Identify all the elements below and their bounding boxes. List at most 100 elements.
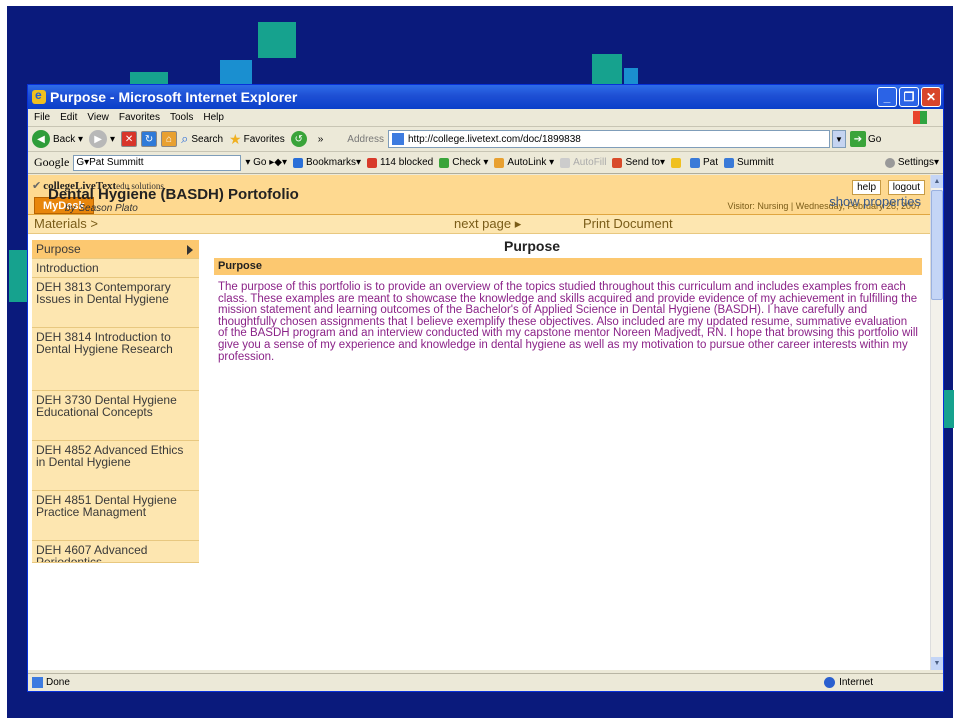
spell-check-button[interactable]: Check ▾	[439, 157, 488, 168]
decor-square	[624, 68, 638, 84]
status-text: Done	[46, 677, 70, 688]
check-icon	[439, 157, 450, 168]
go-label: Go	[867, 133, 882, 145]
menu-edit[interactable]: Edit	[60, 112, 77, 123]
sidebar-item-purpose[interactable]: Purpose	[32, 240, 199, 259]
toolbar-overflow-icon[interactable]: »	[318, 134, 324, 145]
menu-tools[interactable]: Tools	[170, 112, 193, 123]
bookmarks-star-icon	[293, 157, 303, 168]
google-go-button[interactable]: ▾ Go ▸◆▾	[245, 157, 287, 168]
menu-view[interactable]: View	[87, 112, 109, 123]
search-term-pat[interactable]: Pat	[689, 157, 718, 168]
portfolio-title: Dental Hygiene (BASDH) Portofolio	[48, 186, 299, 203]
materials-link[interactable]: Materials >	[34, 216, 98, 231]
page-done-icon	[32, 677, 43, 688]
settings-button[interactable]: Settings▾	[884, 157, 939, 168]
check-label: Check ▾	[452, 157, 489, 168]
logout-button[interactable]: logout	[887, 180, 925, 195]
address-label: Address	[347, 133, 384, 145]
google-logo: Google	[34, 155, 70, 169]
address-input[interactable]: http://college.livetext.com/doc/1899838	[387, 130, 830, 148]
minimize-button[interactable]: _	[877, 87, 897, 107]
google-search-input[interactable]: G▾Pat Summitt	[73, 154, 242, 171]
back-arrow-icon: ◀	[32, 130, 50, 148]
scroll-thumb[interactable]	[931, 190, 943, 300]
title-bar: Purpose - Microsoft Internet Explorer _ …	[28, 85, 943, 109]
portfolio-author: by Season Plato	[65, 203, 138, 214]
toolbar: ◀ Back ▾ ▶ ▾ ✕ ↻ ⌂ ⌕ Search ★ Favorites ↺…	[28, 127, 943, 152]
zone-label: Internet	[839, 677, 873, 688]
menu-file[interactable]: File	[34, 112, 50, 123]
help-button[interactable]: help	[852, 180, 881, 195]
blocked-label: 114 blocked	[380, 157, 434, 168]
favorites-label: Favorites	[243, 133, 285, 145]
slide: Purpose - Microsoft Internet Explorer _ …	[0, 0, 959, 723]
decor-square	[592, 54, 622, 84]
decor-square	[9, 250, 29, 302]
home-icon[interactable]: ⌂	[161, 131, 178, 147]
sidebar-item-deh-3813[interactable]: DEH 3813 Contemporary Issues in Dental H…	[32, 278, 199, 328]
vertical-scrollbar[interactable]: ▲ ▼	[930, 175, 943, 670]
autofill-label: AutoFill	[573, 157, 607, 168]
send-to-button[interactable]: Send to▾	[612, 157, 665, 168]
go-button[interactable]: ➔ Go	[849, 131, 882, 147]
bookmarks-label: Bookmarks▾	[306, 157, 362, 168]
search-icon: ⌕	[181, 131, 189, 146]
send-to-label: Send to▾	[625, 157, 665, 168]
autolink-label: AutoLink ▾	[507, 157, 555, 168]
security-zone: Internet	[824, 677, 873, 688]
go-arrow-icon: ➔	[849, 131, 866, 147]
sidebar-item-deh-4607[interactable]: DEH 4607 Advanced Periodontics	[32, 541, 199, 563]
favorites-button[interactable]: ★ Favorites	[229, 131, 285, 148]
scroll-down-icon[interactable]: ▼	[931, 657, 943, 670]
send-icon	[612, 157, 623, 168]
autolink-icon	[494, 157, 505, 168]
scroll-up-icon[interactable]: ▲	[931, 175, 943, 188]
blocked-icon	[367, 157, 378, 168]
search-term-summitt[interactable]: Summitt	[724, 157, 774, 168]
popup-blocker-button[interactable]: 114 blocked	[367, 157, 433, 168]
autolink-button[interactable]: AutoLink ▾	[494, 157, 554, 168]
next-page-link[interactable]: next page ▸	[454, 216, 521, 232]
autofill-button[interactable]: AutoFill	[560, 157, 606, 168]
address-dropdown-icon[interactable]: ▼	[831, 130, 846, 148]
search-term-icon	[724, 157, 734, 168]
section-header: Purpose	[214, 258, 922, 275]
pat-label: Pat	[702, 157, 718, 168]
maximize-button[interactable]: ❐	[899, 87, 919, 107]
browser-window: Purpose - Microsoft Internet Explorer _ …	[27, 84, 944, 692]
highlight-button[interactable]	[670, 157, 684, 168]
show-properties-link[interactable]: show properties	[829, 194, 921, 209]
sidebar-item-introduction[interactable]: Introduction	[32, 259, 199, 278]
star-icon: ★	[229, 130, 242, 147]
sidebar: Purpose Introduction DEH 3813 Contempora…	[32, 240, 199, 563]
settings-label: Settings▾	[897, 157, 939, 168]
forward-arrow-icon: ▶	[89, 130, 108, 148]
sidebar-item-deh-3814[interactable]: DEH 3814 Introduction to Dental Hygiene …	[32, 328, 199, 391]
search-button[interactable]: ⌕ Search	[181, 131, 223, 147]
sidebar-item-deh-4852[interactable]: DEH 4852 Advanced Ethics in Dental Hygie…	[32, 441, 199, 491]
window-title: Purpose - Microsoft Internet Explorer	[50, 89, 298, 105]
ie-icon	[32, 88, 46, 104]
close-button[interactable]: ✕	[921, 87, 941, 107]
forward-button[interactable]: ▶ ▾	[89, 130, 115, 148]
menu-bar: File Edit View Favorites Tools Help	[28, 109, 943, 127]
logo-check-icon: ✔	[32, 180, 42, 192]
stop-icon[interactable]: ✕	[121, 131, 138, 147]
print-document-link[interactable]: Print Document	[583, 216, 673, 231]
search-term-icon	[689, 157, 700, 168]
bookmarks-button[interactable]: Bookmarks▾	[293, 157, 361, 168]
google-toolbar: Google G▾Pat Summitt ▾ Go ▸◆▾ Bookmarks▾…	[28, 152, 943, 174]
decor-square	[944, 390, 954, 428]
history-icon[interactable]: ↺	[290, 131, 307, 147]
menu-favorites[interactable]: Favorites	[119, 112, 160, 123]
refresh-icon[interactable]: ↻	[141, 131, 158, 147]
menu-help[interactable]: Help	[203, 112, 224, 123]
back-button[interactable]: ◀ Back ▾	[32, 130, 83, 148]
sidebar-item-deh-3730[interactable]: DEH 3730 Dental Hygiene Educational Conc…	[32, 391, 199, 441]
settings-icon	[884, 157, 895, 168]
sidebar-item-deh-4851[interactable]: DEH 4851 Dental Hygiene Practice Managme…	[32, 491, 199, 541]
search-label: Search	[191, 133, 224, 145]
autofill-icon	[560, 157, 571, 168]
address-value: http://college.livetext.com/doc/1899838	[407, 133, 581, 145]
